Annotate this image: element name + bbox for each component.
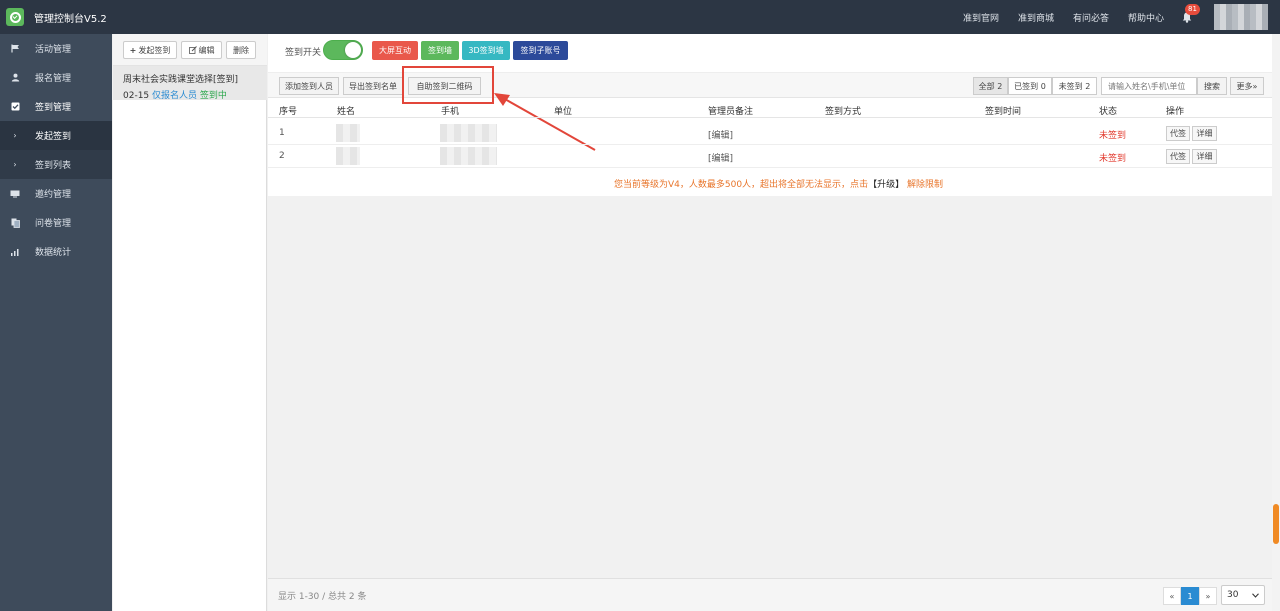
- avatar[interactable]: [1214, 4, 1268, 30]
- edit-button[interactable]: 编辑: [181, 41, 222, 59]
- user-icon: [10, 73, 20, 82]
- activity-scope: 仅报名人员: [152, 91, 198, 101]
- filter-signed[interactable]: 已签到 0: [1008, 77, 1052, 95]
- activity-date: 02-15: [123, 91, 150, 101]
- edit-icon: [188, 46, 197, 54]
- page-size-select[interactable]: 30: [1221, 585, 1265, 605]
- sidebar-item-activity[interactable]: 活动管理: [0, 34, 112, 63]
- app-title: 管理控制台V5.2: [34, 13, 107, 25]
- bar-chart-icon: [10, 248, 20, 256]
- proxy-checkin-button[interactable]: 代签: [1166, 126, 1190, 141]
- more-button[interactable]: 更多»: [1230, 77, 1264, 95]
- activity-item[interactable]: 周末社会实践课堂选择[签到] 02-15 仅报名人员 签到中: [113, 66, 267, 101]
- col-unit: 单位: [554, 107, 573, 117]
- unlock-link[interactable]: 解除限制: [907, 180, 943, 190]
- app-logo-icon: [6, 8, 24, 26]
- phone-redacted: [440, 124, 497, 142]
- row-index: 1: [279, 128, 285, 138]
- remark-edit-link[interactable]: [编辑]: [708, 151, 733, 164]
- search-input[interactable]: 请输入姓名\手机\单位: [1101, 77, 1197, 95]
- create-checkin-button[interactable]: + 发起签到: [123, 41, 177, 59]
- phone-redacted: [440, 147, 497, 165]
- empty-area: [268, 196, 1272, 611]
- detail-button[interactable]: 详细: [1192, 149, 1217, 164]
- sidebar-item-registration[interactable]: 报名管理: [0, 63, 112, 92]
- sidebar-item-checkin-list[interactable]: › 签到列表: [0, 150, 112, 179]
- nav-help-center[interactable]: 帮助中心: [1128, 0, 1164, 34]
- name-redacted: [336, 147, 360, 165]
- plus-icon: +: [129, 45, 137, 55]
- top-bar: 管理控制台V5.2 准到官网 准到商城 有问必答 帮助中心 81: [0, 0, 1280, 34]
- col-index: 序号: [279, 107, 298, 117]
- nav-store[interactable]: 准到商城: [1018, 0, 1054, 34]
- next-page-button[interactable]: »: [1199, 587, 1217, 605]
- brand[interactable]: 管理控制台V5.2: [0, 0, 112, 34]
- chevron-down-icon: [1252, 592, 1259, 598]
- checkbox-icon: [10, 102, 20, 111]
- col-method: 签到方式: [825, 107, 862, 117]
- row-index: 2: [279, 151, 285, 161]
- activity-toolbar: + 发起签到 编辑 删除: [113, 34, 267, 66]
- table-row: 2 [编辑] 未签到 代签 详细: [268, 145, 1272, 168]
- page-1-button[interactable]: 1: [1181, 587, 1199, 605]
- pagination-bar: 显示 1-30 / 总共 2 条 « 1 » 30: [268, 578, 1272, 611]
- col-status: 状态: [1099, 107, 1118, 117]
- col-remark: 管理员备注: [708, 107, 754, 117]
- filter-unsigned[interactable]: 未签到 2: [1052, 77, 1097, 95]
- upgrade-link[interactable]: 【升级】: [868, 180, 904, 190]
- status-badge: 未签到: [1099, 154, 1127, 164]
- flag-icon: [10, 44, 20, 53]
- remark-edit-link[interactable]: [编辑]: [708, 128, 733, 141]
- main-content: 签到开关 大屏互动 签到墙 3D签到墙 签到子账号 添加签到人员 导出签到名单 …: [268, 34, 1272, 611]
- nav-official-site[interactable]: 准到官网: [963, 0, 999, 34]
- activity-status: 签到中: [199, 91, 227, 101]
- sidebar-item-invite[interactable]: 邀约管理: [0, 179, 112, 208]
- sidebar-item-start-checkin[interactable]: › 发起签到: [0, 121, 112, 150]
- status-badge: 未签到: [1099, 131, 1127, 141]
- activity-title: 周末社会实践课堂选择[签到]: [123, 75, 239, 85]
- limit-notice: 您当前等级为V4，人数最多500人，超出将全部无法显示，点击【升级】 解除限制: [614, 180, 943, 190]
- detail-button[interactable]: 详细: [1192, 126, 1217, 141]
- activity-panel: + 发起签到 编辑 删除 周末社会实践课堂选择[签到] 02-15 仅报名人员 …: [113, 34, 267, 611]
- delete-button[interactable]: 删除: [226, 41, 256, 59]
- survey-icon: [10, 218, 20, 228]
- col-name: 姓名: [337, 107, 356, 117]
- activity-meta: 02-15 仅报名人员 签到中: [123, 88, 267, 101]
- sidebar-item-statistics[interactable]: 数据统计: [0, 237, 112, 266]
- proxy-checkin-button[interactable]: 代签: [1166, 149, 1190, 164]
- col-ops: 操作: [1166, 107, 1185, 117]
- nav-qa[interactable]: 有问必答: [1073, 0, 1109, 34]
- table-header: 序号 姓名 手机 单位 管理员备注 签到方式 签到时间 状态 操作: [268, 100, 1272, 118]
- notification-badge: 81: [1185, 4, 1200, 15]
- sidebar: 活动管理 报名管理 签到管理 › 发起签到 › 签到列表 邀约管理 问卷管理 数…: [0, 34, 112, 611]
- filter-all[interactable]: 全部 2: [973, 77, 1008, 95]
- chevron-right-icon: ›: [13, 131, 17, 140]
- table-row: 1 [编辑] 未签到 代签 详细: [268, 122, 1272, 145]
- page-scrollbar[interactable]: [1272, 34, 1280, 611]
- sidebar-item-survey[interactable]: 问卷管理: [0, 208, 112, 237]
- prev-page-button[interactable]: «: [1163, 587, 1181, 605]
- invite-icon: [10, 190, 20, 198]
- name-redacted: [336, 124, 360, 142]
- chevron-right-icon: ›: [13, 160, 17, 169]
- sidebar-item-checkin[interactable]: 签到管理: [0, 92, 112, 121]
- col-time: 签到时间: [985, 107, 1022, 117]
- search-button[interactable]: 搜索: [1197, 77, 1227, 95]
- record-summary: 显示 1-30 / 总共 2 条: [278, 592, 367, 602]
- col-phone: 手机: [441, 107, 460, 117]
